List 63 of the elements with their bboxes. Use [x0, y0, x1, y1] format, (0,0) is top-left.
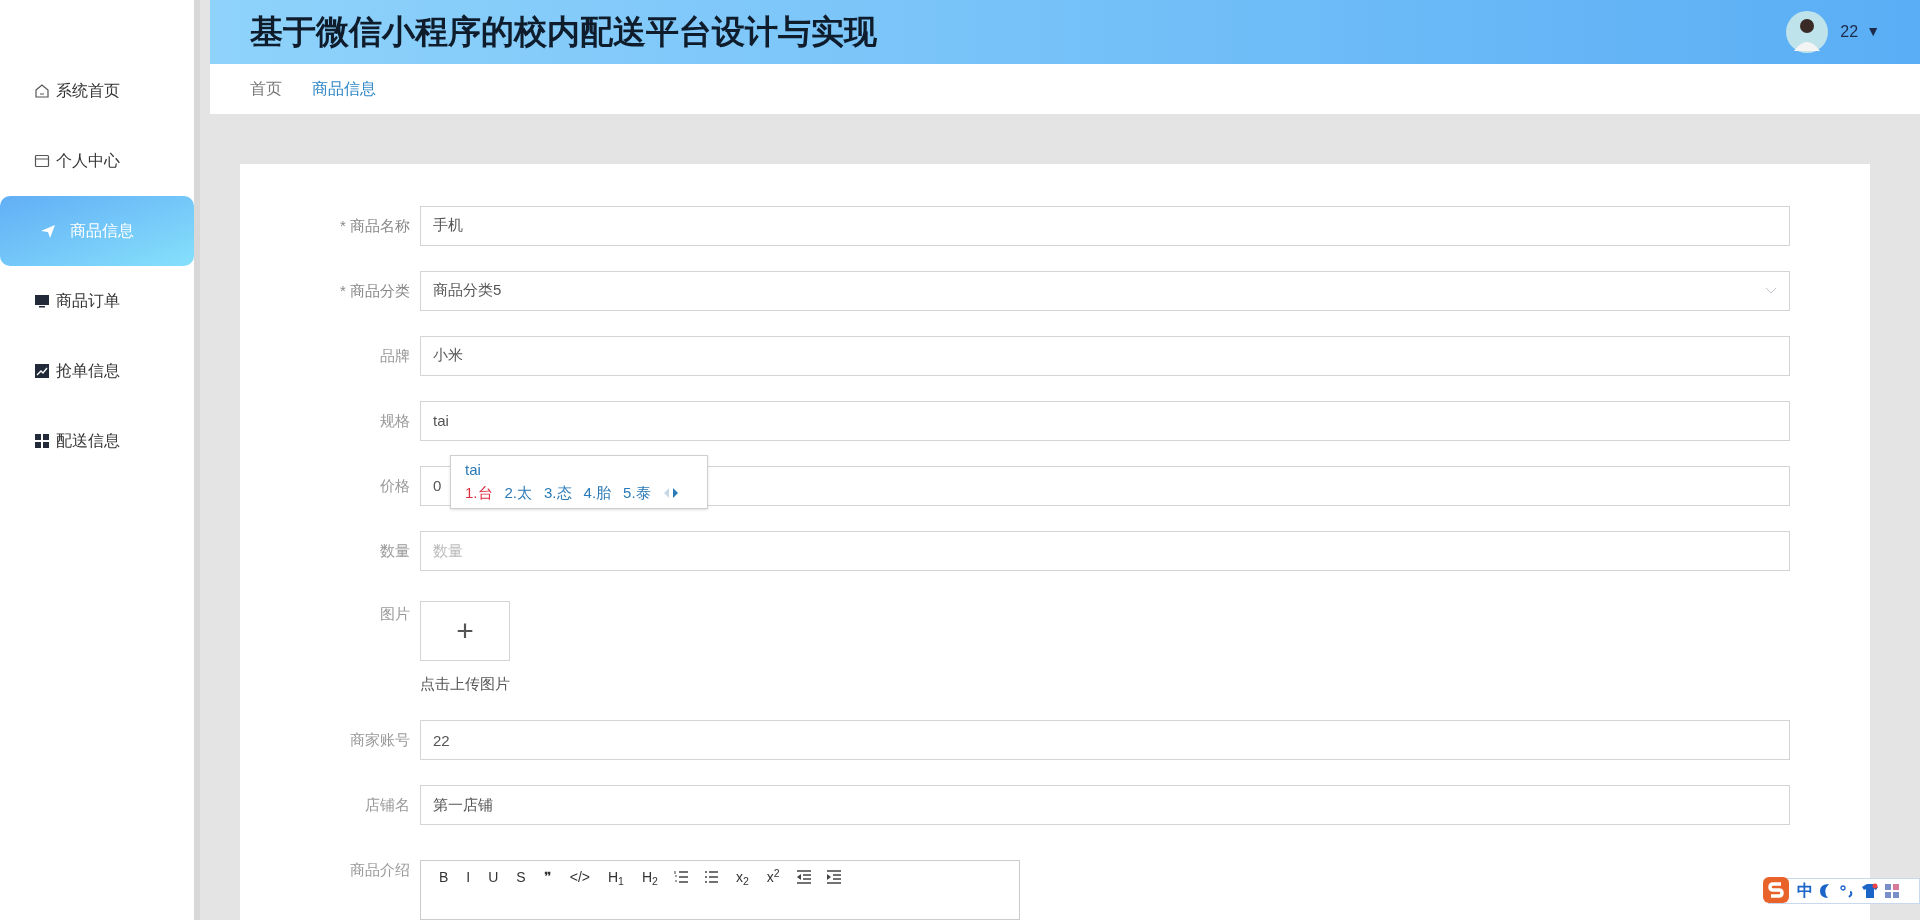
upload-hint: 点击上传图片 [420, 673, 510, 694]
dropdown-caret[interactable]: ▼ [1866, 21, 1880, 43]
page-arrows-icon[interactable] [662, 487, 679, 499]
avatar [1786, 10, 1829, 53]
rich-text-editor[interactable]: B I U S ❞ </> H$_{1}$ H$_{2}$ x$_{2}$ x$^{2}$ [420, 860, 1020, 920]
line-chart-icon [34, 363, 50, 379]
toolbar-button[interactable]: </> [567, 869, 592, 885]
sidebar-item[interactable]: 抢单信息 [0, 336, 194, 406]
breadcrumb-link[interactable]: 商品信息 [312, 76, 376, 101]
toolbar-button[interactable]: x$^{2}$ [764, 869, 782, 885]
toolbar-button[interactable]: U [486, 869, 501, 885]
ime-candidate[interactable]: 4.胎 [583, 481, 612, 505]
field-label: 商家账号 [349, 730, 410, 750]
field-label: 规格 [379, 410, 410, 431]
ime-candidate[interactable]: 2.太 [504, 481, 533, 505]
outdent-icon[interactable] [795, 869, 812, 885]
monitor-icon [34, 293, 50, 309]
sidebar-item[interactable]: 商品订单 [0, 266, 194, 336]
toolbar-button[interactable]: S [514, 869, 528, 885]
field-label: * 商品分类 [339, 280, 410, 301]
input-mode-toggle[interactable]: 中 [1797, 879, 1813, 903]
field-label: 图片 [379, 603, 410, 624]
toolbar-button[interactable]: ❞ [541, 869, 554, 885]
ordered-list-icon[interactable] [673, 869, 690, 885]
field-label: 数量 [379, 540, 410, 561]
toolbar-button[interactable]: H$_{2}$ [639, 869, 660, 885]
ime-candidate[interactable]: 3.态 [544, 481, 572, 505]
toolbar-button[interactable]: B [437, 869, 451, 885]
input-field[interactable]: tai [420, 400, 1790, 441]
toolbar-button[interactable]: x$_{2}$ [733, 869, 751, 885]
indent-icon[interactable] [825, 869, 842, 885]
input-field[interactable]: 22 [420, 720, 1790, 760]
input-field[interactable]: 小米 [420, 335, 1790, 376]
field-label: 商品介绍 [349, 860, 410, 880]
sidebar-item[interactable]: 系统首页 [0, 56, 194, 126]
field-label: 店铺名 [364, 795, 410, 815]
page-title: 基于微信小程序的校内配送平台设计与实现 [250, 12, 877, 53]
bullet-list-icon[interactable] [703, 869, 720, 885]
toolbar-button[interactable]: I [464, 869, 473, 885]
field-label: 价格 [379, 475, 410, 496]
grid-icon [34, 433, 50, 449]
field-label: * 商品名称 [339, 215, 410, 236]
ime-candidate[interactable]: 5.泰 [623, 481, 651, 505]
home-icon [34, 83, 50, 99]
breadcrumb-link[interactable]: 首页 [250, 76, 282, 101]
card-icon [34, 153, 50, 169]
sidebar-item[interactable]: 个人中心 [0, 126, 194, 196]
input-field[interactable]: 数量 [420, 530, 1790, 571]
user-name[interactable]: 22 [1840, 19, 1859, 44]
toolbar-button[interactable]: H$_{1}$ [605, 869, 626, 885]
input-field[interactable]: 第一店铺 [420, 785, 1790, 825]
sogou-logo-icon[interactable] [1761, 875, 1791, 905]
field-label: 品牌 [379, 345, 410, 366]
sidebar-item[interactable]: 配送信息 [0, 406, 194, 476]
select-field[interactable]: 商品分类5 [420, 270, 1790, 311]
paper-plane-icon [40, 223, 56, 239]
punctuation-icon[interactable] [1839, 883, 1855, 899]
input-field[interactable]: 手机 [420, 205, 1790, 246]
apps-grid-icon[interactable] [1885, 884, 1899, 898]
ime-candidate[interactable]: 1.台 [465, 481, 493, 505]
chevron-down-icon [1765, 286, 1777, 295]
shirt-icon[interactable] [1861, 883, 1879, 899]
image-upload-button[interactable]: + [420, 600, 510, 661]
